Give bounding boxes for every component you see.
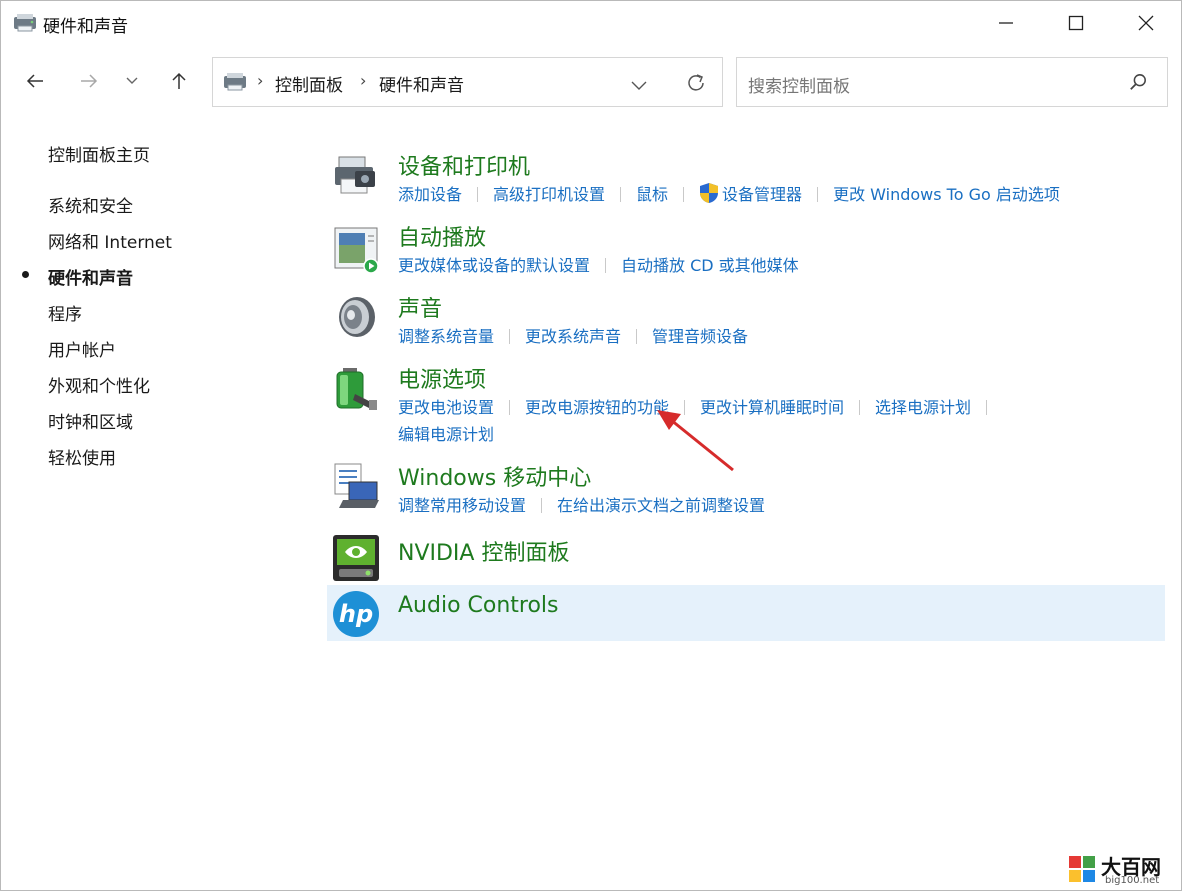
search-box[interactable]: 搜索控制面板 <box>736 57 1168 107</box>
arrow-left-icon <box>26 74 43 88</box>
watermark-url: big100.net <box>1105 875 1160 886</box>
link-mouse[interactable]: 鼠标 <box>636 185 668 204</box>
sidebar-item-hardware-sound[interactable]: 硬件和声音 <box>48 264 133 289</box>
category-audio-controls: hp Audio Controls <box>327 587 1165 639</box>
link-media-defaults[interactable]: 更改媒体或设备的默认设置 <box>398 256 590 275</box>
category-devices-printers: 设备和打印机 添加设备 高级打印机设置 鼠标 设备管理器 更改 Windows To … <box>327 147 1165 207</box>
sidebar-item-system-security[interactable]: 系统和安全 <box>48 192 133 217</box>
nvidia-icon <box>331 533 381 583</box>
current-page-bullet-icon <box>22 271 29 278</box>
sidebar-item-user-accounts[interactable]: 用户帐户 <box>48 336 116 361</box>
forward-button[interactable] <box>71 63 107 99</box>
link-choose-power-plan[interactable]: 选择电源计划 <box>875 398 971 417</box>
link-change-sounds[interactable]: 更改系统声音 <box>525 327 621 346</box>
category-links-power-options-row2: 编辑电源计划 <box>398 421 494 445</box>
category-title-nvidia[interactable]: NVIDIA 控制面板 <box>398 535 569 567</box>
arrow-right-icon <box>81 74 98 88</box>
category-title-power-options[interactable]: 电源选项 <box>398 362 486 394</box>
back-button[interactable] <box>17 63 53 99</box>
link-add-device[interactable]: 添加设备 <box>398 185 462 204</box>
search-input[interactable]: 搜索控制面板 <box>748 72 850 97</box>
category-title-sound[interactable]: 声音 <box>398 291 442 323</box>
sidebar-item-programs[interactable]: 程序 <box>48 300 82 325</box>
control-panel-icon <box>223 72 247 96</box>
link-manage-audio-devices[interactable]: 管理音频设备 <box>652 327 748 346</box>
close-button[interactable] <box>1111 1 1181 45</box>
control-panel-window: 硬件和声音 › 控制面板 › 硬件和声音 搜索控制面板 控制面板主页 系统和安全… <box>0 0 1182 891</box>
search-icon[interactable] <box>1129 73 1147 95</box>
svg-text:hp: hp <box>339 600 373 628</box>
battery-icon <box>331 364 381 414</box>
window-title: 硬件和声音 <box>43 17 128 37</box>
address-bar[interactable]: › 控制面板 › 硬件和声音 <box>212 57 723 107</box>
sidebar-item-appearance[interactable]: 外观和个性化 <box>48 372 150 397</box>
refresh-icon <box>688 74 704 91</box>
category-power-options: 电源选项 更改电池设置 更改电源按钮的功能 更改计算机睡眠时间 选择电源计划 编辑电源… <box>327 360 1165 448</box>
link-advanced-printer-settings[interactable]: 高级打印机设置 <box>493 185 605 204</box>
link-device-manager[interactable]: 设备管理器 <box>722 185 802 204</box>
breadcrumb-separator-icon: › <box>360 71 367 90</box>
hp-logo-icon: hp <box>331 589 381 639</box>
breadcrumb-separator-icon: › <box>257 71 264 90</box>
link-mobility-settings[interactable]: 调整常用移动设置 <box>398 496 526 515</box>
category-title-autoplay[interactable]: 自动播放 <box>398 220 486 252</box>
category-links-mobility-center: 调整常用移动设置 在给出演示文档之前调整设置 <box>398 492 765 516</box>
sidebar-item-home[interactable]: 控制面板主页 <box>48 141 150 166</box>
category-links-sound: 调整系统音量 更改系统声音 管理音频设备 <box>398 323 748 347</box>
breadcrumb-hardware-sound[interactable]: 硬件和声音 <box>379 71 464 96</box>
speaker-icon <box>331 293 381 343</box>
link-power-button-function[interactable]: 更改电源按钮的功能 <box>525 398 669 417</box>
link-adjust-volume[interactable]: 调整系统音量 <box>398 327 494 346</box>
sidebar-item-ease-of-access[interactable]: 轻松使用 <box>48 444 116 469</box>
breadcrumb-control-panel[interactable]: 控制面板 <box>275 71 343 96</box>
printer-icon <box>331 151 381 201</box>
up-button[interactable] <box>161 63 197 99</box>
link-edit-power-plan[interactable]: 编辑电源计划 <box>398 425 494 444</box>
close-icon <box>1138 15 1154 31</box>
category-links-autoplay: 更改媒体或设备的默认设置 自动播放 CD 或其他媒体 <box>398 252 799 276</box>
category-links-devices-printers: 添加设备 高级打印机设置 鼠标 设备管理器 更改 Windows To Go 启动选项 <box>398 181 1060 208</box>
category-title-audio-controls[interactable]: Audio Controls <box>398 593 559 618</box>
watermark-logo-icon <box>1067 854 1097 888</box>
category-title-mobility-center[interactable]: Windows 移动中心 <box>398 460 591 492</box>
category-mobility-center: Windows 移动中心 调整常用移动设置 在给出演示文档之前调整设置 <box>327 458 1165 518</box>
minimize-icon <box>999 22 1013 24</box>
category-title-devices-printers[interactable]: 设备和打印机 <box>398 149 530 181</box>
control-panel-icon <box>13 13 37 33</box>
category-nvidia: NVIDIA 控制面板 <box>327 531 1165 583</box>
link-presentation-settings[interactable]: 在给出演示文档之前调整设置 <box>557 496 765 515</box>
refresh-button[interactable] <box>685 72 707 98</box>
mobility-center-icon <box>331 462 381 512</box>
category-autoplay: 自动播放 更改媒体或设备的默认设置 自动播放 CD 或其他媒体 <box>327 218 1165 278</box>
chevron-down-icon <box>631 81 647 90</box>
maximize-button[interactable] <box>1041 1 1111 45</box>
category-sound: 声音 调整系统音量 更改系统声音 管理音频设备 <box>327 289 1165 349</box>
sidebar-item-network[interactable]: 网络和 Internet <box>48 228 172 253</box>
address-dropdown-button[interactable] <box>631 76 647 95</box>
maximize-icon <box>1068 15 1084 31</box>
link-windows-to-go[interactable]: 更改 Windows To Go 启动选项 <box>833 185 1060 204</box>
link-autoplay-cd[interactable]: 自动播放 CD 或其他媒体 <box>621 256 799 275</box>
autoplay-icon <box>331 224 381 274</box>
sidebar-item-clock-region[interactable]: 时钟和区域 <box>48 408 133 433</box>
watermark: 大百网 big100.net <box>1065 851 1177 889</box>
minimize-button[interactable] <box>971 1 1041 45</box>
uac-shield-icon <box>699 182 719 208</box>
recent-locations-button[interactable] <box>116 63 148 99</box>
title-bar: 硬件和声音 <box>1 1 1181 45</box>
arrow-up-icon <box>172 72 186 89</box>
link-battery-settings[interactable]: 更改电池设置 <box>398 398 494 417</box>
chevron-down-icon <box>126 77 138 84</box>
